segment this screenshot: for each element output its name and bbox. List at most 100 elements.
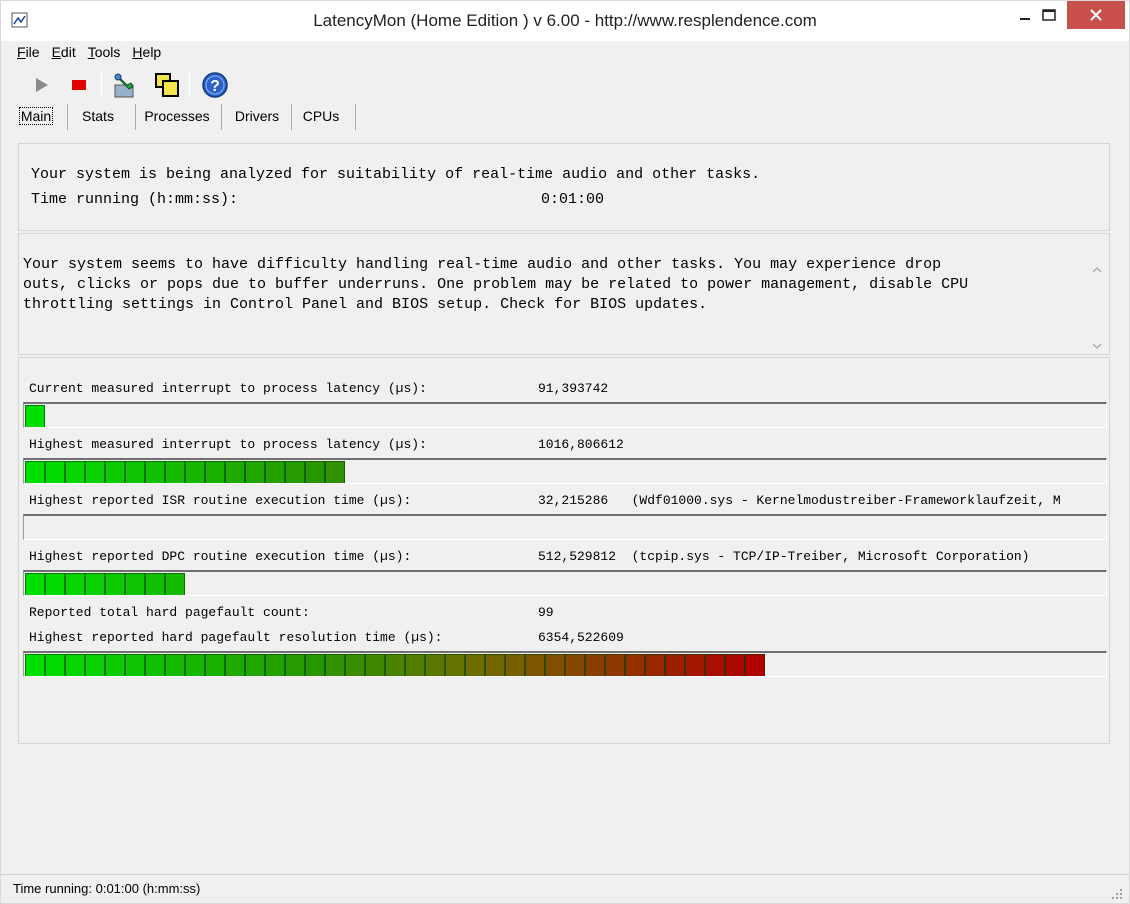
conclusion-line-2: outs, clicks or pops due to buffer under… [23,276,969,293]
meter-segment [165,654,185,676]
scroll-down-icon [1092,343,1102,350]
meter-segment [605,654,625,676]
meter-segment [105,461,125,483]
meter-segment [25,405,45,427]
meter-segment [285,654,305,676]
help-button[interactable]: ? [199,69,231,101]
meter-segment [125,654,145,676]
meter-segment [45,654,65,676]
tab-drivers[interactable]: Drivers [227,104,287,130]
meter-segment [225,461,245,483]
highest-latency-label: Highest measured interrupt to process la… [29,437,427,452]
meter-segment [145,573,165,595]
toolbar-separator [101,71,102,99]
meter-segment [665,654,685,676]
tab-separator [291,104,292,130]
meter-segment [25,573,45,595]
resize-grip-icon[interactable] [1111,887,1123,899]
highest-isr-label: Highest reported ISR routine execution t… [29,493,412,508]
meter-segment [25,654,45,676]
message-scrollbar[interactable] [1089,238,1105,350]
meter-segment [145,654,165,676]
pagefault-time-bar [23,651,1107,677]
meter-segment [485,654,505,676]
meter-segment [465,654,485,676]
time-running-value: 0:01:00 [541,191,605,208]
menu-file[interactable]: File [11,41,46,63]
tab-cpus[interactable]: CPUs [295,104,347,130]
highest-dpc-bar [23,570,1107,596]
meter-segment [325,654,345,676]
meter-segment [165,573,185,595]
meter-segment [85,461,105,483]
meter-segment [625,654,645,676]
pagefault-time-label: Highest reported hard pagefault resoluti… [29,630,443,645]
analysis-status-text: Your system is being analyzed for suitab… [31,166,761,183]
conclusion-message-panel: Your system seems to have difficulty han… [18,233,1110,355]
meter-segment [25,461,45,483]
meter-segment [285,461,305,483]
meter-segment [565,654,585,676]
wrench-button[interactable] [109,69,141,101]
meter-segment [385,654,405,676]
tab-processes[interactable]: Processes [141,104,213,130]
meter-segment [85,654,105,676]
meter-segment [305,654,325,676]
window-title: LatencyMon (Home Edition ) v 6.00 - http… [313,11,817,30]
meter-segment [45,573,65,595]
play-button[interactable] [25,69,57,101]
close-button[interactable] [1067,1,1125,29]
stop-icon [72,80,86,90]
current-latency-label: Current measured interrupt to process la… [29,381,427,396]
meter-segment [365,654,385,676]
menu-bar: File Edit Tools Help [11,41,167,63]
meter-segment [745,654,765,676]
highest-dpc-value: 512,529812 (tcpip.sys - TCP/IP-Treiber, … [538,549,1030,564]
tab-stats[interactable]: Stats [73,104,123,130]
meter-segment [725,654,745,676]
highest-dpc-label: Highest reported DPC routine execution t… [29,549,412,564]
meter-segment [225,654,245,676]
tab-main[interactable]: Main [11,104,61,130]
highest-latency-bar [23,458,1107,484]
highest-isr-value: 32,215286 (Wdf01000.sys - Kernelmodustre… [538,493,1061,508]
meter-segment [185,654,205,676]
meter-segment [245,654,265,676]
stop-button[interactable] [63,69,95,101]
meter-segment [345,654,365,676]
meter-segment [265,461,285,483]
current-latency-bar [23,402,1107,428]
latencymon-window: LatencyMon (Home Edition ) v 6.00 - http… [0,0,1130,904]
meter-segment [45,461,65,483]
meter-segment [585,654,605,676]
meter-segment [65,654,85,676]
meter-segment [425,654,445,676]
menu-edit[interactable]: Edit [46,41,82,63]
conclusion-line-3: throttling settings in Control Panel and… [23,296,708,313]
tab-separator [355,104,356,130]
time-running-label: Time running (h:mm:ss): [31,191,239,208]
meter-segment [185,461,205,483]
meter-segment [105,573,125,595]
meter-segment [205,461,225,483]
meter-segment [65,573,85,595]
toolbar-separator [189,71,190,99]
title-bar: LatencyMon (Home Edition ) v 6.00 - http… [1,1,1129,41]
wrench-icon [114,73,134,98]
highest-latency-value: 1016,806612 [538,437,624,452]
windows-button[interactable] [151,69,183,101]
help-icon: ? [202,72,228,98]
metrics-panel: Current measured interrupt to process la… [18,357,1110,744]
scroll-up-icon [1092,266,1102,273]
meter-segment [405,654,425,676]
menu-help[interactable]: Help [126,41,167,63]
play-icon [36,78,48,92]
menu-tools[interactable]: Tools [82,41,127,63]
meter-segment [645,654,665,676]
current-latency-value: 91,393742 [538,381,609,396]
pagefault-count-label: Reported total hard pagefault count: [29,605,310,620]
maximize-button[interactable] [1027,1,1071,29]
analysis-status-panel: Your system is being analyzed for suitab… [18,143,1110,231]
meter-segment [325,461,345,483]
meter-segment [685,654,705,676]
